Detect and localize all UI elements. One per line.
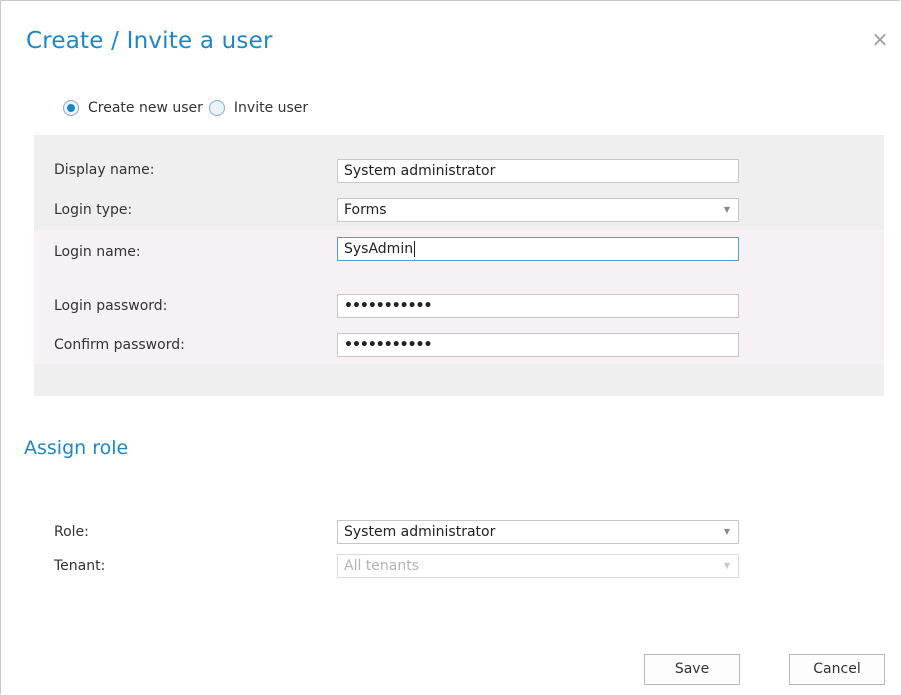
role-label: Role: — [54, 524, 89, 540]
cancel-button[interactable]: Cancel — [789, 654, 885, 685]
dialog-title: Create / Invite a user — [26, 28, 273, 54]
save-button[interactable]: Save — [644, 654, 740, 685]
user-mode-radio-group: Create new user Invite user — [63, 100, 314, 116]
text-caret — [414, 241, 416, 257]
chevron-down-icon: ▼ — [723, 561, 730, 570]
create-new-user-option[interactable]: Create new user — [63, 100, 203, 116]
role-value: System administrator — [344, 524, 496, 540]
login-type-label: Login type: — [54, 202, 133, 218]
invite-user-option[interactable]: Invite user — [208, 100, 309, 116]
login-name-value: SysAdmin — [344, 241, 414, 257]
create-new-user-label: Create new user — [88, 100, 203, 116]
login-password-label: Login password: — [54, 298, 168, 314]
display-name-field[interactable]: System administrator — [337, 159, 739, 183]
create-new-user-radio[interactable] — [63, 100, 79, 116]
tenant-value: All tenants — [344, 558, 420, 574]
tenant-select: All tenants ▼ — [337, 554, 739, 578]
create-invite-user-dialog: Create / Invite a user × Create new user… — [0, 0, 900, 694]
chevron-down-icon: ▼ — [723, 205, 730, 214]
invite-user-label: Invite user — [233, 100, 309, 116]
role-select[interactable]: System administrator ▼ — [337, 520, 739, 544]
login-password-field[interactable]: ••••••••••• — [337, 294, 739, 318]
assign-role-title: Assign role — [24, 437, 129, 459]
chevron-down-icon: ▼ — [723, 527, 730, 536]
confirm-password-label: Confirm password: — [54, 337, 185, 353]
confirm-password-field[interactable]: ••••••••••• — [337, 333, 739, 357]
login-type-select[interactable]: Forms ▼ — [337, 198, 739, 222]
login-type-value: Forms — [344, 202, 387, 218]
invite-user-radio[interactable] — [208, 100, 225, 116]
display-name-label: Display name: — [54, 162, 155, 178]
login-name-label: Login name: — [54, 244, 141, 260]
tenant-label: Tenant: — [54, 558, 106, 574]
close-icon[interactable]: × — [870, 29, 890, 49]
login-name-field[interactable]: SysAdmin — [337, 237, 739, 261]
